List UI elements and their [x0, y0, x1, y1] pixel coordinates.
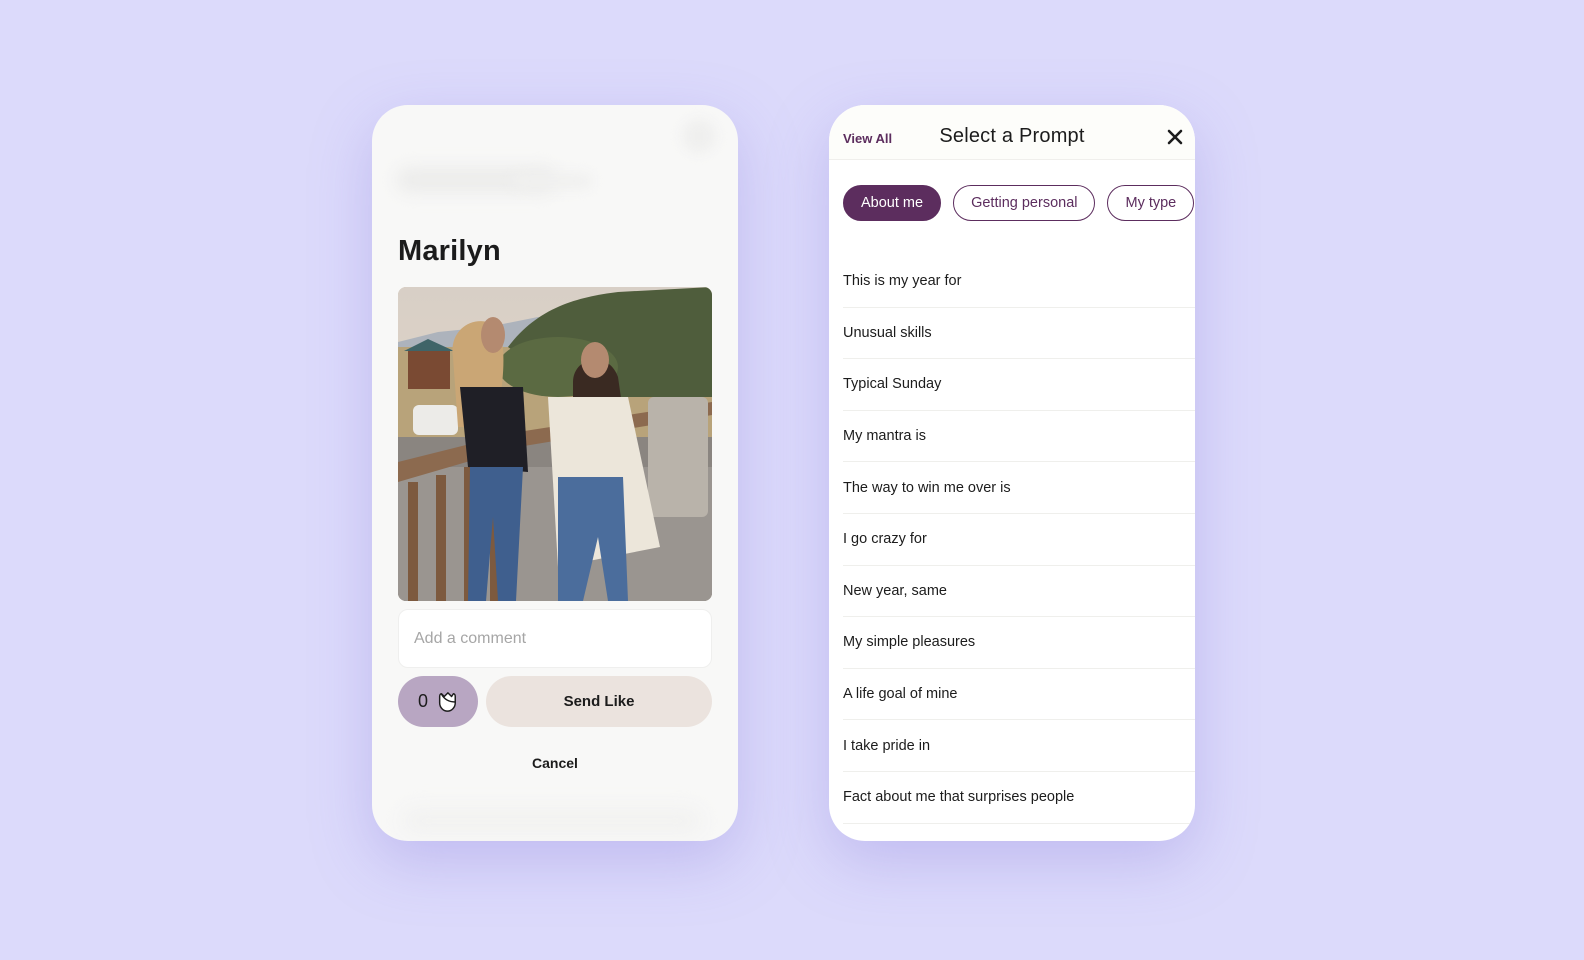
- prompt-item[interactable]: My simple pleasures: [843, 617, 1195, 669]
- prompt-item[interactable]: Typical Sunday: [843, 359, 1195, 411]
- send-like-card: Marilyn Add a comment 0 Send Like Cancel: [372, 105, 738, 841]
- close-icon[interactable]: [1165, 127, 1185, 147]
- prompt-item[interactable]: My mantra is: [843, 411, 1195, 463]
- profile-photo: [398, 287, 712, 601]
- prompt-item[interactable]: I go crazy for: [843, 514, 1195, 566]
- cancel-button[interactable]: Cancel: [372, 755, 738, 771]
- blurred-background-button: [682, 119, 716, 153]
- prompt-title: Select a Prompt: [939, 125, 1085, 147]
- prompt-item[interactable]: The way to win me over is: [843, 462, 1195, 514]
- photo-illustration: [398, 287, 712, 601]
- tab-my-type[interactable]: My type: [1107, 185, 1195, 221]
- tab-about-me[interactable]: About me: [843, 185, 942, 221]
- prompt-item[interactable]: New year, same: [843, 566, 1195, 618]
- send-like-button[interactable]: Send Like: [486, 676, 712, 727]
- select-prompt-card: View All Select a Prompt About me Gettin…: [829, 105, 1195, 841]
- comment-input[interactable]: [398, 609, 712, 668]
- blurred-background-subheader: [512, 173, 592, 189]
- rose-count: 0: [417, 691, 428, 711]
- blurred-background-footer: [402, 809, 702, 833]
- profile-name: Marilyn: [398, 235, 501, 267]
- prompt-list: This is my year for Unusual skills Typic…: [843, 256, 1195, 824]
- prompt-category-tabs: About me Getting personal My type: [843, 185, 1195, 221]
- prompt-item[interactable]: A life goal of mine: [843, 669, 1195, 721]
- prompt-item[interactable]: This is my year for: [843, 256, 1195, 308]
- prompt-header: View All Select a Prompt: [829, 105, 1195, 160]
- prompt-item[interactable]: Unusual skills: [843, 308, 1195, 360]
- tab-getting-personal[interactable]: Getting personal: [953, 185, 1096, 221]
- rose-button[interactable]: 0: [398, 676, 478, 727]
- prompt-item[interactable]: I take pride in: [843, 720, 1195, 772]
- rose-icon: [438, 691, 456, 712]
- prompt-item[interactable]: Fact about me that surprises people: [843, 772, 1195, 824]
